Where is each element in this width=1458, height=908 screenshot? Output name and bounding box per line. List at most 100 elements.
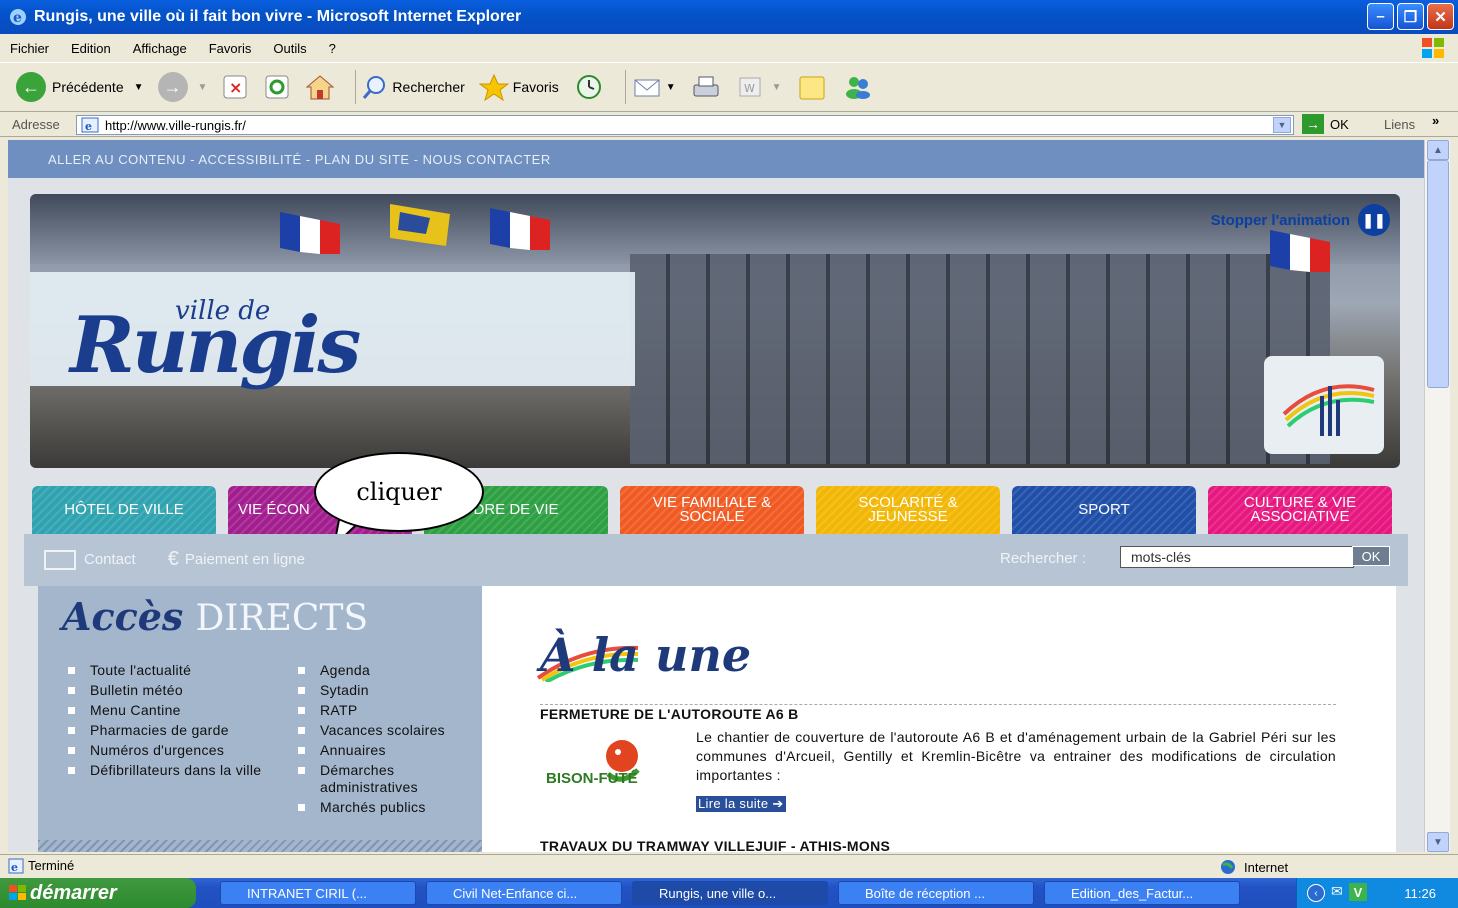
status-bar: e Terminé Internet: [0, 854, 1458, 876]
messenger-icon: [845, 77, 870, 99]
list-item[interactable]: Pharmacies de garde: [68, 722, 278, 739]
svg-text:×: ×: [229, 78, 242, 97]
favorites-label: Favoris: [512, 79, 559, 95]
start-button[interactable]: démarrer: [0, 878, 196, 908]
chevron-right-icon[interactable]: »: [1432, 113, 1439, 128]
list-item[interactable]: Défibrillateurs dans la ville: [68, 762, 278, 779]
menu-help[interactable]: ?: [329, 41, 336, 56]
svg-text:e: e: [11, 861, 18, 874]
search-button[interactable]: Rechercher: [362, 74, 465, 100]
tray-expand-icon[interactable]: ‹: [1307, 884, 1325, 902]
taskbar-item[interactable]: Boîte de réception ...: [838, 881, 1034, 905]
list-item[interactable]: Agenda: [298, 662, 482, 679]
scroll-down-icon[interactable]: ▼: [1427, 832, 1449, 852]
list-item[interactable]: Annuaires: [298, 742, 482, 759]
banner-building: [630, 254, 1330, 464]
menu-affichage[interactable]: Affichage: [133, 41, 187, 56]
list-item[interactable]: Sytadin: [298, 682, 482, 699]
flag-france-icon: [280, 212, 340, 254]
logo-ville-de: ville de: [175, 296, 271, 326]
tray-app-icon[interactable]: V: [1349, 883, 1367, 901]
taskbar-item[interactable]: Civil Net-Enfance ci...: [426, 881, 622, 905]
tab-culture[interactable]: CULTURE & VIE ASSOCIATIVE: [1208, 486, 1392, 534]
discuss-button[interactable]: [796, 73, 828, 101]
contact-label: Contact: [84, 551, 136, 568]
payment-label[interactable]: Paiement en ligne: [185, 551, 305, 568]
mail-dropdown-icon[interactable]: ▼: [666, 82, 676, 93]
favorites-button[interactable]: Favoris: [478, 73, 559, 101]
page-done-icon: e: [8, 858, 24, 874]
news-headline[interactable]: FERMETURE DE L'AUTOROUTE A6 B: [540, 706, 799, 722]
site-search-button[interactable]: OK: [1352, 546, 1390, 566]
minimize-button[interactable]: –: [1367, 3, 1394, 30]
address-label: Adresse: [12, 117, 60, 132]
menu-bar: Fichier Edition Affichage Favoris Outils…: [0, 36, 1458, 60]
security-zone: Internet: [1220, 859, 1288, 875]
list-item[interactable]: Bulletin météo: [68, 682, 278, 699]
list-item[interactable]: Numéros d'urgences: [68, 742, 278, 759]
scroll-up-icon[interactable]: ▲: [1427, 140, 1449, 160]
go-button[interactable]: → OK: [1302, 114, 1349, 134]
logo[interactable]: Rungis ville de: [30, 272, 635, 391]
links-label[interactable]: Liens: [1384, 117, 1415, 132]
web-page: ALLER AU CONTENU - ACCESSIBILITÉ - PLAN …: [8, 140, 1424, 852]
tab-vie-familiale[interactable]: VIE FAMILIALE & SOCIALE: [620, 486, 804, 534]
stop-animation-button[interactable]: Stopper l'animation ❚❚: [1211, 204, 1390, 236]
forward-dropdown-icon[interactable]: ▼: [198, 82, 208, 93]
messenger-button[interactable]: [842, 73, 874, 101]
list-item[interactable]: Vacances scolaires: [298, 722, 482, 739]
menu-edition[interactable]: Edition: [71, 41, 111, 56]
mail-button[interactable]: ▼: [632, 73, 676, 101]
close-button[interactable]: ✕: [1427, 3, 1454, 30]
history-button[interactable]: [573, 73, 605, 101]
list-item[interactable]: RATP: [298, 702, 482, 719]
system-tray: ‹ ✉ V 11:26: [1296, 878, 1458, 908]
top-nav[interactable]: ALLER AU CONTENU - ACCESSIBILITÉ - PLAN …: [8, 140, 1424, 178]
tab-scolarite[interactable]: SCOLARITÉ & JEUNESSE: [816, 486, 1000, 534]
refresh-button[interactable]: [263, 73, 291, 101]
panel-stripe: [38, 840, 482, 852]
rungis-emblem-icon: [1264, 356, 1384, 454]
euro-icon: €: [167, 548, 179, 570]
history-icon: [576, 75, 601, 99]
vertical-scrollbar[interactable]: ▲ ▼: [1424, 140, 1450, 852]
edit-button[interactable]: W ▼: [736, 73, 782, 101]
list-item[interactable]: Démarches administratives: [298, 762, 482, 796]
address-bar: Adresse e http://www.ville-rungis.fr/ ▼ …: [0, 113, 1458, 137]
scrollbar-thumb[interactable]: [1427, 160, 1449, 388]
tray-mail-icon[interactable]: ✉: [1331, 883, 1343, 900]
site-search-label: Rechercher :: [1000, 550, 1086, 567]
news-headline-2[interactable]: TRAVAUX DU TRAMWAY VILLEJUIF - ATHIS-MON…: [540, 838, 890, 852]
restore-button[interactable]: ❐: [1397, 3, 1424, 30]
address-dropdown-icon[interactable]: ▼: [1273, 117, 1291, 133]
cliquer-callout: cliquer: [314, 452, 484, 532]
stop-button[interactable]: ×: [221, 73, 249, 101]
taskbar-item-active[interactable]: Rungis, une ville o...: [632, 881, 828, 905]
address-input[interactable]: e http://www.ville-rungis.fr/ ▼: [76, 115, 1294, 135]
menu-fichier[interactable]: Fichier: [10, 41, 49, 56]
back-label: Précédente: [52, 79, 124, 95]
taskbar-item[interactable]: Edition_des_Factur...: [1044, 881, 1240, 905]
site-search-input[interactable]: mots-clés: [1120, 546, 1354, 568]
forward-button[interactable]: → ▼: [157, 72, 208, 102]
edit-dropdown-icon[interactable]: ▼: [772, 82, 782, 93]
menu-favoris[interactable]: Favoris: [209, 41, 252, 56]
toolbar-separator: [624, 70, 626, 104]
menu-outils[interactable]: Outils: [273, 41, 306, 56]
read-more-link[interactable]: Lire la suite ➔: [696, 796, 786, 812]
start-label: démarrer: [30, 881, 117, 904]
list-item[interactable]: Toute l'actualité: [68, 662, 278, 679]
print-button[interactable]: [690, 73, 722, 101]
tab-sport[interactable]: SPORT: [1012, 486, 1196, 534]
windows-logo-icon: [1422, 38, 1444, 58]
home-button[interactable]: [305, 73, 335, 101]
taskbar-item[interactable]: INTRANET CIRIL (...: [220, 881, 416, 905]
list-item[interactable]: Marchés publics: [298, 799, 482, 816]
tab-hotel-de-ville[interactable]: HÔTEL DE VILLE: [32, 486, 216, 534]
list-item[interactable]: Menu Cantine: [68, 702, 278, 719]
arrow-right-icon: ➔: [772, 796, 784, 811]
a-la-une-title: À la une: [540, 628, 752, 682]
back-button[interactable]: ← Précédente ▼: [16, 72, 144, 102]
contact-link[interactable]: Contact € Paiement en ligne: [44, 548, 305, 571]
back-dropdown-icon[interactable]: ▼: [134, 82, 144, 93]
